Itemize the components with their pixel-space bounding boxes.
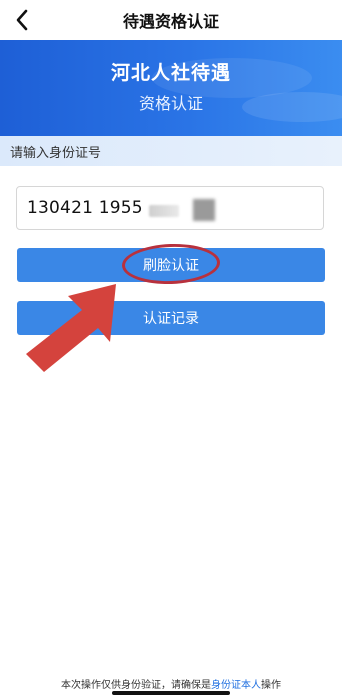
- footer-text: 本次操作仅供身份验证，请确保是: [61, 680, 211, 691]
- id-section-label: 请输入身份证号: [0, 136, 342, 166]
- navigation-bar: 待遇资格认证: [0, 0, 342, 40]
- footer-link[interactable]: 身份证本人: [211, 680, 261, 691]
- page-title: 待遇资格认证: [122, 12, 219, 31]
- redaction-blur: [193, 199, 215, 221]
- banner-subtitle: 资格认证: [138, 94, 203, 113]
- footer-notice: 本次操作仅供身份验证，请确保是身份证本人操作: [0, 676, 342, 691]
- footer-text-suffix: 操作: [261, 680, 281, 691]
- id-number-value: 130421 1955: [27, 198, 143, 218]
- redaction-blur: [149, 205, 179, 217]
- banner-title: 河北人社待遇: [110, 62, 231, 84]
- id-number-input[interactable]: 130421 1955: [16, 186, 324, 230]
- pointer-arrow-annotation: [26, 284, 116, 372]
- header-banner: 河北人社待遇 资格认证: [0, 40, 342, 136]
- home-indicator[interactable]: [112, 691, 230, 695]
